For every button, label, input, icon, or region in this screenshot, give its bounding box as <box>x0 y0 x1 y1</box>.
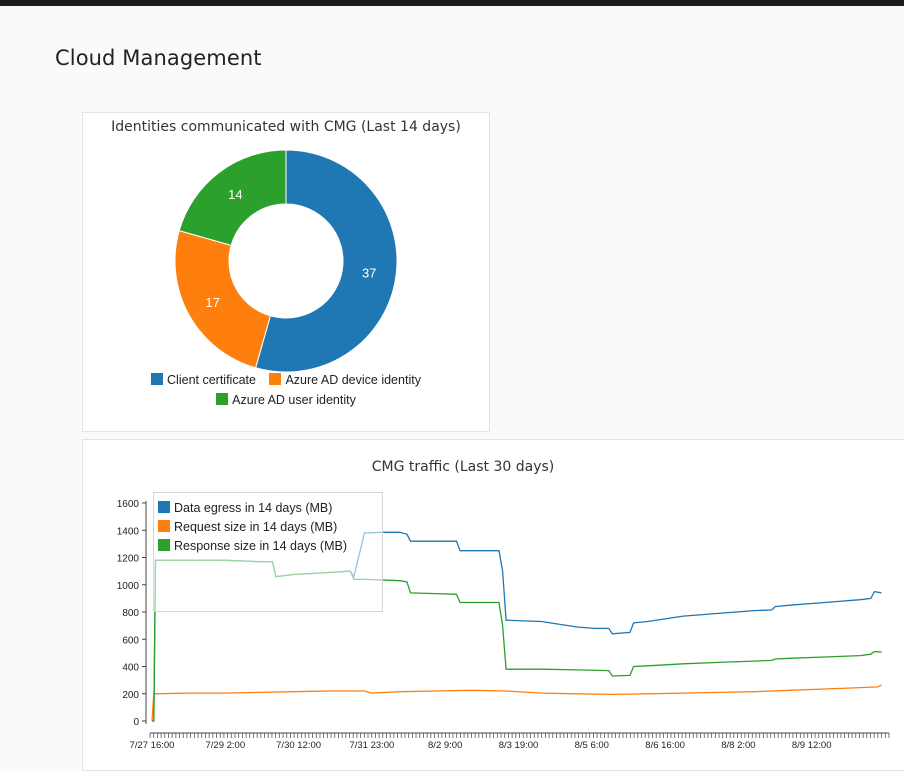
legend-label: Client certificate <box>167 373 256 387</box>
legend-item-azure-ad-user[interactable]: Azure AD user identity <box>216 393 356 407</box>
legend-swatch-green <box>158 539 170 551</box>
legend-item-client-certificate[interactable]: Client certificate <box>151 373 256 387</box>
legend-item-azure-ad-device[interactable]: Azure AD device identity <box>269 373 421 387</box>
x-tick-label: 7/27 16:00 <box>130 740 175 751</box>
traffic-card: CMG traffic (Last 30 days) 0 200 400 600 800… <box>82 439 904 771</box>
x-tick-label: 8/8 2:00 <box>721 740 755 751</box>
y-tick-label: 0 <box>133 717 139 728</box>
legend-swatch-orange <box>158 520 170 532</box>
identities-card: Identities communicated with CMG (Last 1… <box>82 112 490 432</box>
donut-value-label: 14 <box>228 187 242 202</box>
legend-swatch-blue <box>158 501 170 513</box>
y-tick-label: 800 <box>122 608 139 619</box>
x-tick-label: 7/29 2:00 <box>205 740 245 751</box>
identities-donut-chart: 37 17 14 <box>174 149 398 373</box>
donut-value-label: 17 <box>205 295 219 310</box>
legend-swatch-blue <box>151 373 164 385</box>
legend-label: Request size in 14 days (MB) <box>174 520 338 534</box>
y-tick-label: 1400 <box>117 526 140 537</box>
donut-slice-1[interactable] <box>174 230 272 369</box>
donut-legend-row-2: Azure AD user identity <box>83 393 489 407</box>
x-tick-label: 8/6 16:00 <box>645 740 685 751</box>
legend-swatch-orange <box>269 373 282 385</box>
y-tick-label: 400 <box>122 663 139 674</box>
page-title: Cloud Management <box>55 46 262 70</box>
y-tick-label: 1600 <box>117 499 140 510</box>
legend-label: Azure AD user identity <box>232 393 356 407</box>
legend-label: Response size in 14 days (MB) <box>174 539 347 553</box>
x-tick-label: 8/9 12:00 <box>792 740 832 751</box>
x-tick-label: 8/2 9:00 <box>428 740 462 751</box>
x-tick-label: 7/30 12:00 <box>276 740 321 751</box>
x-tick-label: 7/31 23:00 <box>349 740 394 751</box>
x-tick-label: 8/3 19:00 <box>499 740 539 751</box>
top-bar <box>0 0 904 6</box>
donut-legend-row-1: Client certificate Azure AD device ident… <box>83 373 489 387</box>
legend-label: Azure AD device identity <box>285 373 421 387</box>
y-tick-label: 1000 <box>117 581 140 592</box>
donut-chart-title: Identities communicated with CMG (Last 1… <box>111 119 461 135</box>
y-tick-label: 200 <box>122 690 139 701</box>
legend-item-response-size[interactable]: Response size in 14 days (MB) <box>154 537 382 556</box>
legend-label: Data egress in 14 days (MB) <box>174 501 333 515</box>
donut-value-label: 37 <box>362 266 376 281</box>
legend-item-request-size[interactable]: Request size in 14 days (MB) <box>154 518 382 537</box>
legend-item-data-egress[interactable]: Data egress in 14 days (MB) <box>154 499 382 518</box>
traffic-legend: Data egress in 14 days (MB) Request size… <box>153 492 383 612</box>
y-tick-label: 1200 <box>117 554 140 565</box>
series-line-1 <box>151 684 882 722</box>
y-tick-label: 600 <box>122 635 139 646</box>
x-tick-label: 8/5 6:00 <box>575 740 609 751</box>
legend-swatch-green <box>216 393 229 405</box>
